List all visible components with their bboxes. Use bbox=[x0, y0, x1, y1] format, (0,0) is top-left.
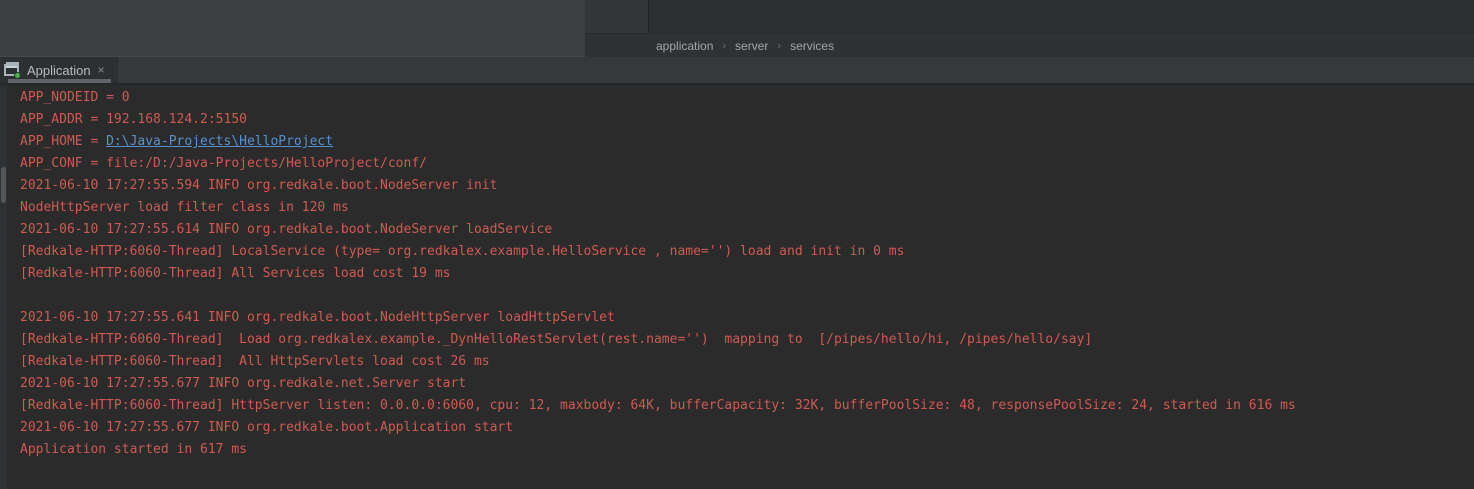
console-line: [Redkale-HTTP:6060-Thread] HttpServer li… bbox=[20, 395, 1474, 417]
tab-application[interactable]: Application × bbox=[0, 57, 118, 83]
console-line: NodeHttpServer load filter class in 120 … bbox=[20, 197, 1474, 219]
breadcrumb-separator-icon: › bbox=[722, 40, 726, 52]
breadcrumb-item-server[interactable]: server bbox=[735, 39, 768, 53]
breadcrumb-separator-icon: › bbox=[777, 40, 781, 52]
console-scrollbar-thumb[interactable] bbox=[1, 167, 6, 203]
console-line: 2021-06-10 17:27:55.614 INFO org.redkale… bbox=[20, 219, 1474, 241]
console-line-text: APP_HOME = bbox=[20, 134, 106, 149]
console-output: APP_NODEID = 0 APP_ADDR = 192.168.124.2:… bbox=[20, 87, 1474, 461]
console-line: 2021-06-10 17:27:55.641 INFO org.redkale… bbox=[20, 307, 1474, 329]
console-line: [Redkale-HTTP:6060-Thread] Load org.redk… bbox=[20, 329, 1474, 351]
running-status-dot-icon bbox=[14, 72, 21, 79]
console-line: 2021-06-10 17:27:55.677 INFO org.redkale… bbox=[20, 373, 1474, 395]
editor-empty-area bbox=[648, 0, 1474, 33]
console-line: Application started in 617 ms bbox=[20, 439, 1474, 461]
selected-tab-underline bbox=[8, 79, 111, 83]
console-panel: APP_NODEID = 0 APP_ADDR = 192.168.124.2:… bbox=[0, 85, 1474, 489]
run-toolwindow-tab-strip: Application × bbox=[0, 57, 1474, 85]
project-pane-empty-area bbox=[0, 0, 585, 57]
editor-top-area: application › server › services bbox=[0, 0, 1474, 57]
console-line: APP_ADDR = 192.168.124.2:5150 bbox=[20, 109, 1474, 131]
console-line: 2021-06-10 17:27:55.594 INFO org.redkale… bbox=[20, 175, 1474, 197]
breadcrumb-item-services[interactable]: services bbox=[790, 39, 834, 53]
console-line: APP_NODEID = 0 bbox=[20, 87, 1474, 109]
console-line: [Redkale-HTTP:6060-Thread] All Services … bbox=[20, 263, 1474, 285]
console-gutter bbox=[0, 85, 7, 489]
console-line bbox=[20, 285, 1474, 307]
console-line: APP_CONF = file:/D:/Java-Projects/HelloP… bbox=[20, 153, 1474, 175]
breadcrumb-item-application[interactable]: application bbox=[656, 39, 713, 53]
breadcrumb: application › server › services bbox=[585, 33, 1474, 57]
run-console-icon bbox=[4, 62, 21, 78]
console-line: [Redkale-HTTP:6060-Thread] LocalService … bbox=[20, 241, 1474, 263]
app-home-path-link[interactable]: D:\Java-Projects\HelloProject bbox=[106, 134, 333, 149]
tab-application-label: Application bbox=[27, 63, 91, 78]
close-icon[interactable]: × bbox=[98, 64, 105, 76]
console-line: 2021-06-10 17:27:55.677 INFO org.redkale… bbox=[20, 417, 1474, 439]
console-line: APP_HOME = D:\Java-Projects\HelloProject bbox=[20, 131, 1474, 153]
editor-gutter bbox=[585, 0, 648, 33]
console-line: [Redkale-HTTP:6060-Thread] All HttpServl… bbox=[20, 351, 1474, 373]
